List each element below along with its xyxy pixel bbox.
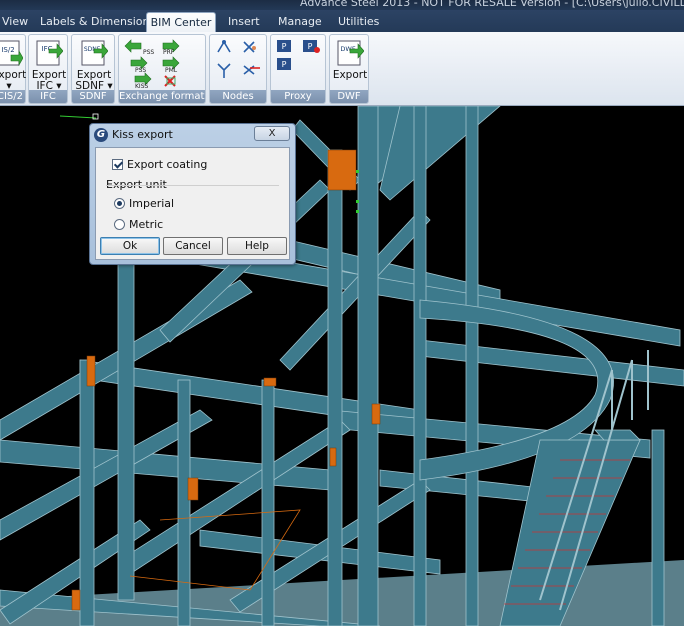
- node-add-icon[interactable]: [217, 40, 231, 53]
- imperial-radio[interactable]: [114, 198, 125, 209]
- ok-button[interactable]: Ok: [100, 237, 160, 255]
- unit-metric-option[interactable]: Metric: [114, 218, 163, 232]
- tab-labels-dimensions[interactable]: Labels & Dimensions: [30, 12, 165, 32]
- dwf-export-icon: DWF: [337, 40, 364, 66]
- proxy-icons: P P P: [277, 40, 320, 70]
- panel-label-exchange-formats: Exchange formats: [119, 90, 205, 103]
- node-split-icon[interactable]: [217, 63, 231, 78]
- svg-text:P: P: [282, 60, 287, 69]
- metric-radio[interactable]: [114, 219, 125, 230]
- sdnf-export-icon: SDNF: [81, 40, 108, 66]
- proxy-delete-icon[interactable]: P: [303, 40, 320, 53]
- export-cis2-button[interactable]: IS/2 Export ▾: [0, 37, 29, 92]
- tab-manage[interactable]: Manage: [268, 12, 332, 32]
- export-cis2-label: Export: [0, 69, 27, 81]
- panel-label-nodes: Nodes: [210, 90, 266, 103]
- proxy-convert-icon[interactable]: P: [277, 58, 291, 70]
- export-sdnf-button[interactable]: SDNF Export SDNF ▾: [74, 37, 114, 92]
- panel-label-proxy: Proxy: [271, 90, 325, 103]
- tab-insert[interactable]: Insert: [218, 12, 270, 32]
- node-connect-icon[interactable]: [243, 41, 256, 53]
- dialog-close-button[interactable]: X: [254, 126, 290, 141]
- window-titlebar: Advance Steel 2013 - NOT FOR RESALE Vers…: [0, 0, 684, 10]
- svg-text:PRF: PRF: [163, 49, 175, 56]
- tab-utilities[interactable]: Utilities: [328, 12, 389, 32]
- proxy-info-icon[interactable]: P: [277, 40, 291, 52]
- tab-bim-center[interactable]: BIM Center: [146, 12, 216, 32]
- import-pss-icon[interactable]: PSS: [124, 39, 154, 56]
- svg-text:KISS: KISS: [135, 83, 149, 90]
- dialog-titlebar[interactable]: G Kiss export X: [90, 124, 295, 146]
- export-pml-icon[interactable]: PML: [162, 56, 180, 74]
- cancel-button[interactable]: Cancel: [163, 237, 223, 255]
- unit-imperial-option[interactable]: Imperial: [114, 197, 174, 211]
- panel-label-ifc: IFC: [29, 90, 67, 103]
- imperial-label: Imperial: [129, 197, 175, 210]
- cis2-icon: IS/2: [0, 40, 23, 67]
- node-delete-icon[interactable]: [243, 65, 260, 75]
- help-button[interactable]: Help: [227, 237, 287, 255]
- nodes-icons: [217, 40, 260, 78]
- export-prf-icon[interactable]: PRF: [162, 39, 180, 56]
- ribbon: IS/2 Export ▾ CIS/2 IFC Export IFC ▾ IFC…: [0, 32, 684, 106]
- kiss-export-dialog: G Kiss export X Export coating Export un…: [89, 123, 296, 265]
- panel-nodes: Nodes: [209, 34, 267, 104]
- panel-cis2: IS/2 Export ▾ CIS/2: [0, 34, 26, 104]
- export-coating-checkbox[interactable]: [112, 159, 123, 170]
- exchange-formats-icons: PSS PRF PSS PML KISS: [124, 39, 180, 90]
- panel-proxy: P P P Proxy: [270, 34, 326, 104]
- svg-text:PSS: PSS: [143, 49, 154, 56]
- panel-sdnf: SDNF Export SDNF ▾ SDNF: [71, 34, 115, 104]
- export-dwf-label: Export: [332, 69, 368, 81]
- export-pss-icon[interactable]: PSS: [130, 56, 148, 74]
- export-kiss-icon[interactable]: KISS: [134, 72, 152, 90]
- dialog-title: Kiss export: [112, 128, 173, 141]
- svg-text:P: P: [308, 42, 313, 51]
- panel-ifc: IFC Export IFC ▾ IFC: [28, 34, 68, 104]
- ifc-export-icon: IFC: [36, 40, 63, 66]
- svg-text:IS/2: IS/2: [1, 46, 14, 54]
- export-dwf-button[interactable]: DWF Export: [330, 37, 370, 89]
- metric-label: Metric: [129, 218, 164, 231]
- panel-label-cis2: CIS/2: [0, 90, 25, 103]
- svg-text:PML: PML: [165, 67, 178, 74]
- export-unit-divider: [106, 185, 279, 186]
- app-g-icon: G: [94, 128, 108, 142]
- dialog-body: Export coating Export unit Imperial Metr…: [95, 147, 290, 260]
- window-title: Advance Steel 2013 - NOT FOR RESALE Vers…: [300, 0, 684, 9]
- export-coating-option[interactable]: Export coating: [112, 158, 207, 172]
- panel-exchange-formats: PSS PRF PSS PML KISS Exchange formats: [118, 34, 206, 104]
- clear-exchange-icon[interactable]: [164, 75, 176, 87]
- panel-label-dwf: DWF: [330, 90, 368, 103]
- export-coating-label: Export coating: [127, 158, 208, 171]
- ribbon-tabstrip: View Labels & Dimensions BIM Center Inse…: [0, 10, 684, 32]
- svg-text:P: P: [282, 42, 287, 51]
- panel-dwf: DWF Export DWF: [329, 34, 369, 104]
- export-ifc-button[interactable]: IFC Export IFC ▾: [29, 37, 69, 92]
- panel-label-sdnf: SDNF: [72, 90, 114, 103]
